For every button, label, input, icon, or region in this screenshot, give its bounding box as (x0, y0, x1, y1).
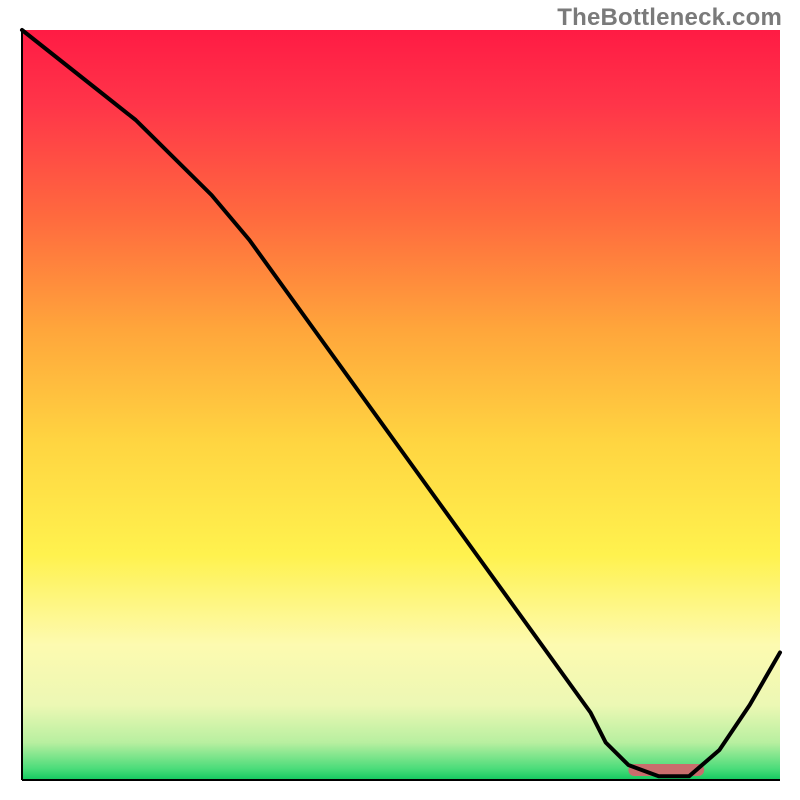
gradient-background (22, 30, 780, 780)
bottleneck-plot (0, 0, 800, 800)
chart-stage: TheBottleneck.com (0, 0, 800, 800)
